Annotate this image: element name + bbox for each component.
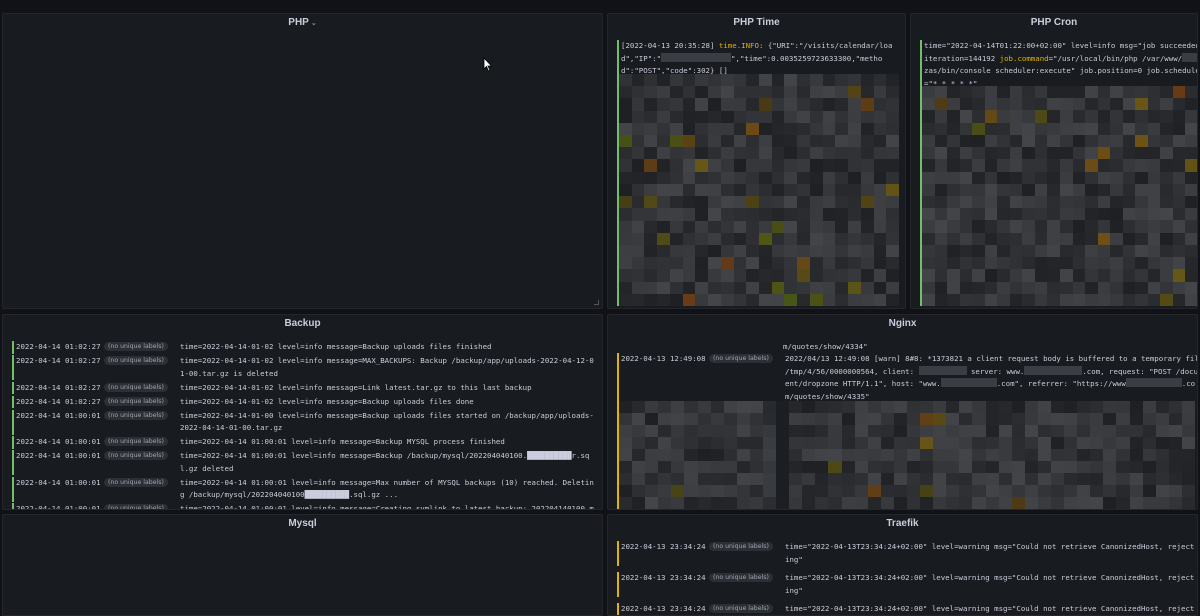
blurred-log-area [617,74,899,306]
labels-badge: (no unique labels) [709,542,773,551]
panel-mysql: Mysql [2,514,603,616]
table-row[interactable]: 2022-04-14 01:00:01 (no unique labels) tim… [12,450,597,475]
redacted-domain [1125,378,1182,387]
panel-php: PHP ⌄ [2,13,603,309]
labels-badge: (no unique labels) [104,504,168,509]
panel-php-time: PHP Time [2022-04-13 20:35:28] time.INFO… [607,13,906,309]
log-message: time=2022-04-14 01:00:01 level=info mess… [180,477,594,500]
labels-badge: (no unique labels) [104,382,168,392]
log-message: time=2022-04-14-01-02 level=info message… [180,342,492,351]
log-message: time="2022-04-13T23:34:24+02:00" level=w… [785,542,1195,564]
table-row[interactable]: 2022-04-14 01:00:01 (no unique labels) tim… [12,476,597,502]
table-row[interactable]: 2022-04-14 01:02:27 (no unique labels) tim… [12,341,597,354]
log-message: time="2022-04-13T23:34:24+02:00" level=w… [785,573,1195,595]
table-row[interactable]: 2022-04-13 23:34:24 (no unique labels) tim… [617,572,1197,597]
labels-badge: (no unique labels) [104,410,168,420]
table-row[interactable]: 2022-04-14 01:02:27 (no unique labels) tim… [12,395,597,408]
log-timestamp: 2022-04-14 01:02:27 [16,382,101,392]
blurred-log-area [617,401,1195,509]
log-message: time=2022-04-14 01:00:01 level=info mess… [180,504,594,509]
labels-badge: (no unique labels) [104,477,168,487]
redacted-domain [1024,365,1083,375]
log-timestamp: 2022-04-13 23:34:24 [621,542,706,551]
blurred-log-area [920,86,1197,306]
panel-php-cron: PHP Cron time="2022-04-14T01:22:00+02:00… [910,13,1198,309]
table-row[interactable]: 2022-04-14 01:02:27 (no unique labels) tim… [12,381,597,394]
panel-title-nginx[interactable]: Nginx [608,318,1197,336]
labels-badge: (no unique labels) [104,342,168,351]
redacted-domain [940,378,997,387]
panel-title-php-time[interactable]: PHP Time [608,17,905,35]
labels-badge: (no unique labels) [104,396,168,406]
log-timestamp: 2022-04-14 01:00:01 [16,451,101,460]
table-row[interactable]: 2022-04-14 01:00:01 (no unique labels) tim… [12,409,597,435]
panel-title-backup[interactable]: Backup [3,318,602,336]
log-timestamp: 2022-04-14 01:02:27 [16,342,101,351]
labels-badge: (no unique labels) [709,573,773,582]
chevron-down-icon[interactable]: ⌄ [311,20,317,27]
redacted-ip [661,52,732,62]
table-row[interactable]: 2022-04-14 01:00:01 (no unique labels) tim… [12,436,597,449]
log-message: time=2022-04-14-01-02 level=info message… [180,382,532,392]
log-timestamp: 2022-04-13 23:34:24 [621,573,706,582]
log-timestamp: 2022-04-14 01:02:27 [16,356,101,365]
mouse-cursor-icon [483,57,493,72]
log-entry[interactable]: 2022-04-13 12:49:08 (no unique labels) 2… [617,353,1197,403]
panel-title-traefik[interactable]: Traefik [608,518,1197,536]
panel-traefik: Traefik 2022-04-13 23:34:24 (no unique la… [607,514,1198,616]
redacted-path [1182,52,1197,62]
log-message: time=2022-04-14 01:00:01 level=info mess… [180,437,505,446]
log-message: time=2022-04-14-01-02 level=info message… [180,396,474,406]
log-list: 2022-04-13 23:34:24 (no unique labels) tim… [617,541,1197,615]
log-timestamp: 2022-04-14 01:00:01 [16,504,101,509]
log-message: time=2022-04-14-01-00 level=info message… [180,410,594,433]
panel-backup: Backup 2022-04-14 01:02:27 (no unique lab… [2,314,603,510]
panel-title-mysql[interactable]: Mysql [3,518,602,536]
table-row[interactable]: 2022-04-13 23:34:24 (no unique labels) tim… [617,603,1197,615]
panel-title-php[interactable]: PHP ⌄ [3,17,602,35]
log-entry[interactable]: time="2022-04-14T01:22:00+02:00" level=i… [920,40,1197,92]
log-message: time=2022-04-14-01-02 level=info message… [180,356,594,378]
log-timestamp: 2022-04-14 01:00:01 [16,410,101,420]
table-row[interactable]: 2022-04-14 01:00:01 (no unique labels) tim… [12,503,597,509]
labels-badge: (no unique labels) [709,604,773,613]
log-timestamp: 2022-04-14 01:00:01 [16,437,101,446]
table-row[interactable]: 2022-04-14 01:02:27 (no unique labels) tim… [12,355,597,380]
log-timestamp: 2022-04-13 23:34:24 [621,604,706,613]
labels-badge: (no unique labels) [104,356,168,365]
resize-handle-icon[interactable] [594,300,599,305]
log-timestamp: 2022-04-14 01:00:01 [16,477,101,487]
panel-title-php-cron[interactable]: PHP Cron [911,17,1197,35]
panel-nginx: Nginx m/quotes/show/4334" 2022-04-13 12:… [607,314,1198,510]
log-message: time="2022-04-13T23:34:24+02:00" level=w… [785,604,1195,613]
labels-badge: (no unique labels) [104,451,168,460]
log-timestamp: 2022-04-14 01:02:27 [16,396,101,406]
table-row[interactable]: 2022-04-13 23:34:24 (no unique labels) tim… [617,541,1197,566]
log-list: 2022-04-14 01:02:27 (no unique labels) tim… [12,341,597,509]
labels-badge: (no unique labels) [104,437,168,446]
log-message: time=2022-04-14 01:00:01 level=info mess… [180,451,590,473]
redacted-ip [918,365,967,375]
log-continuation: m/quotes/show/4334" [783,342,868,351]
